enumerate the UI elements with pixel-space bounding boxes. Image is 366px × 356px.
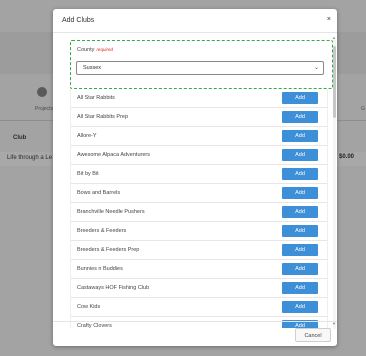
club-row: Awesome Alpaca Adventurers Add — [71, 146, 327, 165]
club-name: Cow Kids — [77, 304, 101, 310]
add-club-button[interactable]: Add — [282, 244, 318, 256]
club-name: Bit by Bit — [77, 171, 99, 177]
club-name: Breeders & Feeders Prep — [77, 247, 140, 253]
add-club-button[interactable]: Add — [282, 92, 318, 104]
chevron-down-icon: ⌄ — [313, 65, 319, 71]
modal-header: Add Clubs × — [53, 9, 337, 33]
club-name: All Star Rabbits Prep — [77, 114, 129, 120]
club-name: Bunnies n Buddies — [77, 266, 123, 272]
club-row: Bunnies n Buddies Add — [71, 260, 327, 279]
club-name: Breeders & Feeders — [77, 228, 127, 234]
add-clubs-modal: Add Clubs × ▲ ▼ County required Sussex ⌄ … — [53, 9, 337, 346]
county-select-value: Sussex — [83, 65, 102, 71]
club-name: Allore-Y — [77, 133, 97, 139]
club-name: Branchville Needle Pushers — [77, 209, 145, 215]
club-row: Allore-Y Add — [71, 127, 327, 146]
club-heading: Club — [13, 135, 27, 141]
step-label: Projects — [35, 106, 54, 112]
club-name: All Star Rabbits — [77, 95, 115, 101]
club-name: Bows and Barrels — [77, 190, 121, 196]
club-row: All Star Rabbits Prep Add — [71, 108, 327, 127]
county-label: County required — [77, 47, 113, 53]
county-label-text: County — [77, 47, 95, 53]
add-club-button[interactable]: Add — [282, 111, 318, 123]
add-club-button[interactable]: Add — [282, 225, 318, 237]
club-row: Cow Kids Add — [71, 298, 327, 317]
modal-footer: Cancel — [53, 321, 337, 346]
add-club-button[interactable]: Add — [282, 263, 318, 275]
price-value: $0.00 — [339, 154, 355, 160]
step-label-right: G — [361, 106, 365, 112]
club-row: Breeders & Feeders Add — [71, 222, 327, 241]
club-name: Castaways HOF Fishing Club — [77, 285, 150, 291]
close-icon[interactable]: × — [327, 16, 331, 23]
cancel-button[interactable]: Cancel — [295, 328, 331, 342]
county-filter-box: County required Sussex ⌄ — [70, 40, 333, 89]
add-club-button[interactable]: Add — [282, 168, 318, 180]
club-row: Breeders & Feeders Prep Add — [71, 241, 327, 260]
add-club-button[interactable]: Add — [282, 187, 318, 199]
club-row: Bit by Bit Add — [71, 165, 327, 184]
county-select[interactable]: Sussex ⌄ — [76, 61, 324, 75]
club-row: Castaways HOF Fishing Club Add — [71, 279, 327, 298]
add-club-button[interactable]: Add — [282, 282, 318, 294]
club-list: All Star Rabbits Add All Star Rabbits Prep… — [70, 89, 328, 328]
add-club-button[interactable]: Add — [282, 130, 318, 142]
club-row: Bows and Barrels Add — [71, 184, 327, 203]
step-indicator-icon — [37, 87, 47, 97]
club-row: Branchville Needle Pushers Add — [71, 203, 327, 222]
add-club-button[interactable]: Add — [282, 149, 318, 161]
required-indicator: required — [96, 47, 113, 52]
add-club-button[interactable]: Add — [282, 301, 318, 313]
club-row: All Star Rabbits Add — [71, 89, 327, 108]
scrollbar-thumb[interactable] — [333, 46, 336, 118]
club-name: Awesome Alpaca Adventurers — [77, 152, 150, 158]
club-row-text: Life through a Le — [7, 155, 53, 161]
add-club-button[interactable]: Add — [282, 206, 318, 218]
modal-title: Add Clubs — [62, 17, 95, 24]
